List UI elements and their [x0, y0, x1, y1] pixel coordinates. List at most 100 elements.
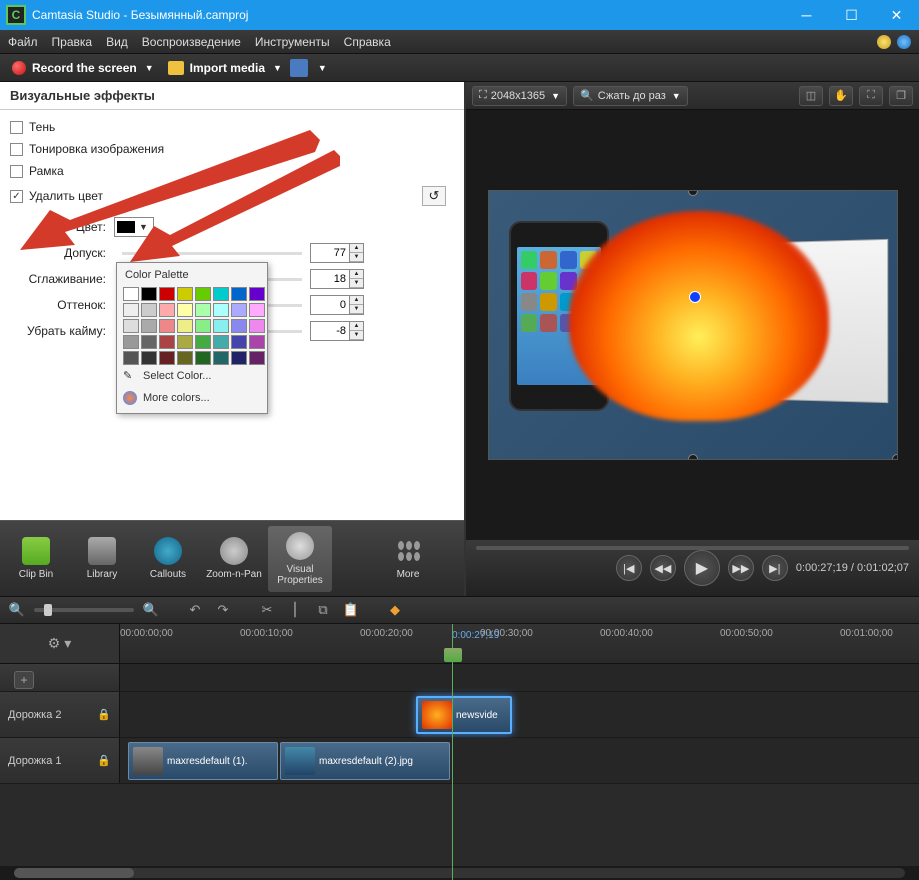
undo-button[interactable]: ↶	[184, 600, 206, 620]
prev-button[interactable]: |◀	[616, 555, 642, 581]
dimensions-button[interactable]: ⛶2048x1365▼	[472, 86, 567, 106]
track-1-body[interactable]: maxresdefault (1). maxresdefault (2).jpg	[120, 738, 919, 783]
color-swatch-item[interactable]	[141, 303, 157, 317]
color-swatch-item[interactable]	[159, 287, 175, 301]
hue-input[interactable]	[310, 295, 350, 315]
menu-view[interactable]: Вид	[106, 35, 128, 49]
clip-maxresdefault-1[interactable]: maxresdefault (1).	[128, 742, 278, 780]
clip-newsvideo[interactable]: newsvide	[416, 696, 512, 734]
defringe-spinner[interactable]: ▲▼	[350, 321, 364, 341]
track-1-header[interactable]: Дорожка 1🔒	[0, 738, 120, 783]
split-button[interactable]: ⎮	[284, 600, 306, 620]
menu-play[interactable]: Воспроизведение	[142, 35, 241, 49]
color-swatch-item[interactable]	[123, 303, 139, 317]
tab-visual-properties[interactable]: Visual Properties	[268, 526, 332, 592]
color-swatch-item[interactable]	[123, 287, 139, 301]
scrollbar-thumb[interactable]	[14, 868, 134, 878]
resize-handle-s[interactable]	[688, 454, 698, 460]
color-swatch-item[interactable]	[195, 335, 211, 349]
color-swatch-item[interactable]	[195, 303, 211, 317]
color-swatch-item[interactable]	[195, 287, 211, 301]
paste-button[interactable]: 📋	[340, 600, 362, 620]
color-swatch-item[interactable]	[249, 303, 265, 317]
color-swatch-item[interactable]	[159, 351, 175, 365]
remove-color-checkbox[interactable]: ✓	[10, 190, 23, 203]
color-swatch-item[interactable]	[177, 303, 193, 317]
defringe-input[interactable]	[310, 321, 350, 341]
border-checkbox[interactable]	[10, 165, 23, 178]
tab-more[interactable]: More	[376, 526, 440, 592]
color-picker-button[interactable]: ▼	[114, 217, 154, 237]
minimize-button[interactable]: ─	[784, 0, 829, 30]
menu-help[interactable]: Справка	[344, 35, 391, 49]
shadow-checkbox[interactable]	[10, 121, 23, 134]
color-swatch-item[interactable]	[141, 287, 157, 301]
colorize-checkbox[interactable]	[10, 143, 23, 156]
cut-button[interactable]: ✂	[256, 600, 278, 620]
redo-button[interactable]: ↷	[212, 600, 234, 620]
lock-icon[interactable]: 🔒	[97, 754, 111, 767]
timeline-settings-button[interactable]: ⚙ ▾	[48, 635, 71, 652]
shrink-button[interactable]: 🔍Сжать до раз▼	[573, 86, 688, 106]
video-frame[interactable]	[488, 190, 898, 460]
tab-library[interactable]: Library	[70, 526, 134, 592]
color-swatch-item[interactable]	[177, 319, 193, 333]
color-swatch-item[interactable]	[231, 287, 247, 301]
timeline-scrollbar[interactable]	[0, 866, 919, 880]
color-swatch-item[interactable]	[213, 335, 229, 349]
pan-button[interactable]: ✋	[829, 86, 853, 106]
color-swatch-item[interactable]	[231, 335, 247, 349]
produce-button[interactable]	[290, 59, 308, 77]
menu-edit[interactable]: Правка	[52, 35, 93, 49]
color-swatch-item[interactable]	[177, 287, 193, 301]
record-button[interactable]: Record the screen ▼	[6, 59, 160, 77]
playhead-handle[interactable]	[444, 648, 462, 662]
zoom-out-icon[interactable]: 🔍	[6, 600, 28, 620]
color-swatch-item[interactable]	[249, 351, 265, 365]
tips-icon[interactable]	[877, 35, 891, 49]
resize-handle-se[interactable]	[892, 454, 898, 460]
tolerance-input[interactable]	[310, 243, 350, 263]
menu-file[interactable]: Файл	[8, 35, 38, 49]
copy-button[interactable]: ⧉	[312, 600, 334, 620]
color-swatch-item[interactable]	[231, 351, 247, 365]
color-swatch-item[interactable]	[231, 303, 247, 317]
help-icon[interactable]	[897, 35, 911, 49]
tab-callouts[interactable]: Callouts	[136, 526, 200, 592]
color-swatch-item[interactable]	[141, 351, 157, 365]
color-swatch-item[interactable]	[141, 319, 157, 333]
ruler-ticks[interactable]: 00:00:00;00 00:00:10;00 00:00:20;00 00:0…	[120, 624, 919, 663]
lock-icon[interactable]: 🔒	[97, 708, 111, 721]
color-swatch-item[interactable]	[213, 319, 229, 333]
color-swatch-item[interactable]	[249, 319, 265, 333]
detach-button[interactable]: ❐	[889, 86, 913, 106]
crop-button[interactable]: ◫	[799, 86, 823, 106]
chevron-down-icon[interactable]: ▼	[318, 63, 327, 73]
color-swatch-item[interactable]	[177, 351, 193, 365]
clip-maxresdefault-2[interactable]: maxresdefault (2).jpg	[280, 742, 450, 780]
softness-spinner[interactable]: ▲▼	[350, 269, 364, 289]
forward-button[interactable]: ▶▶	[728, 555, 754, 581]
color-swatch-item[interactable]	[159, 335, 175, 349]
color-swatch-item[interactable]	[249, 287, 265, 301]
color-swatch-item[interactable]	[141, 335, 157, 349]
color-swatch-item[interactable]	[195, 351, 211, 365]
maximize-button[interactable]: ☐	[829, 0, 874, 30]
softness-input[interactable]	[310, 269, 350, 289]
add-track-button[interactable]: +	[14, 671, 34, 689]
reset-button[interactable]: ↺	[422, 186, 446, 206]
import-button[interactable]: Import media ▼	[168, 61, 282, 75]
tab-clip-bin[interactable]: Clip Bin	[4, 526, 68, 592]
color-swatch-item[interactable]	[231, 319, 247, 333]
tolerance-spinner[interactable]: ▲▼	[350, 243, 364, 263]
track-2-body[interactable]: newsvide	[120, 692, 919, 737]
selection-marker[interactable]	[689, 291, 701, 303]
tab-zoom[interactable]: Zoom-n-Pan	[202, 526, 266, 592]
fullscreen-button[interactable]: ⛶	[859, 86, 883, 106]
seek-bar[interactable]	[476, 546, 909, 550]
color-swatch-item[interactable]	[159, 303, 175, 317]
color-swatch-item[interactable]	[213, 303, 229, 317]
color-swatch-item[interactable]	[249, 335, 265, 349]
preview-area[interactable]	[466, 110, 919, 540]
hue-spinner[interactable]: ▲▼	[350, 295, 364, 315]
